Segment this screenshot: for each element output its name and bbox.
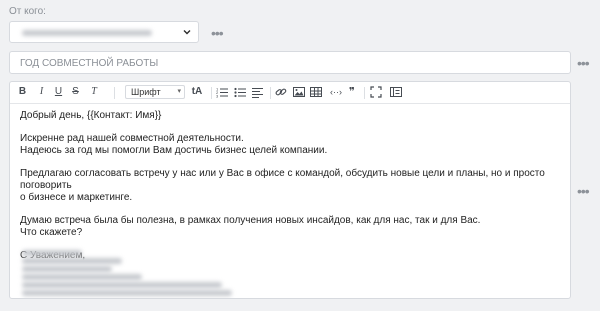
fullscreen-icon[interactable] [370,86,382,98]
paragraph-line: Надеюсь за год мы помогли Вам достичь би… [20,145,328,156]
toolbar-divider [270,87,271,99]
table-icon[interactable] [310,86,322,98]
svg-text:3: 3 [216,94,219,99]
align-left-icon[interactable] [252,86,264,98]
italic-button[interactable]: I [37,86,46,98]
sender-name-blurred [22,30,152,36]
image-icon[interactable] [293,86,305,98]
signature-line [22,250,82,256]
ordered-list-icon[interactable]: 123 [216,86,228,99]
signature-line [22,266,112,272]
font-select[interactable]: Шрифт ▾ [125,85,185,99]
paragraph-line: Думаю встреча была бы полезна, в рамках … [20,215,481,226]
paragraph: Предлагаю согласовать встречу у нас или … [20,168,565,204]
email-body[interactable]: Добрый день, {{Контакт: Имя}} Искренне р… [20,110,565,273]
link-icon[interactable] [275,86,287,98]
signature-line [22,282,222,288]
editor-toolbar: B I U S T Шрифт ▾ tA 123 ‹··› ❞ [10,82,570,104]
underline-button[interactable]: U [54,86,63,98]
strikethrough-button[interactable]: S [71,86,80,98]
code-button[interactable]: ‹··› [327,86,345,98]
quote-icon[interactable]: ❞ [347,86,357,98]
editor-more-button[interactable]: ••• [577,184,590,198]
sender-select[interactable] [9,21,199,43]
chevron-down-icon: ▾ [177,88,181,95]
subject-more-button[interactable]: ••• [577,56,590,70]
toolbar-divider [114,87,115,99]
font-size-button[interactable]: tA [188,86,206,98]
subject-input[interactable]: ГОД СОВМЕСТНОЙ РАБОТЫ [9,51,571,74]
bold-button[interactable]: B [18,86,27,98]
paragraph-line: о бизнесе и маркетинге. [20,192,133,203]
paragraph-line: Искренне рад нашей совместной деятельнос… [20,133,244,144]
bullet-list-icon[interactable] [234,86,246,98]
sender-more-button[interactable]: ••• [211,26,224,40]
source-view-icon[interactable] [390,86,402,98]
chevron-down-icon [182,27,192,40]
signature-blurred [20,250,320,296]
from-label: От кого: [9,6,46,17]
greeting-line: Добрый день, {{Контакт: Имя}} [20,110,162,121]
paragraph: Думаю встреча была бы полезна, в рамках … [20,215,565,239]
signature-line [22,290,232,296]
clear-format-button[interactable]: T [88,86,100,98]
email-editor[interactable]: B I U S T Шрифт ▾ tA 123 ‹··› ❞ Добрый д… [9,81,571,299]
toolbar-divider [211,87,212,99]
paragraph-line: Предлагаю согласовать встречу у нас или … [20,168,545,191]
toolbar-divider [364,87,365,99]
signature-line [22,258,122,264]
signature-line [22,274,142,280]
font-select-label: Шрифт [131,87,161,97]
paragraph-line: Что скажете? [20,227,83,238]
paragraph: Искренне рад нашей совместной деятельнос… [20,133,565,157]
